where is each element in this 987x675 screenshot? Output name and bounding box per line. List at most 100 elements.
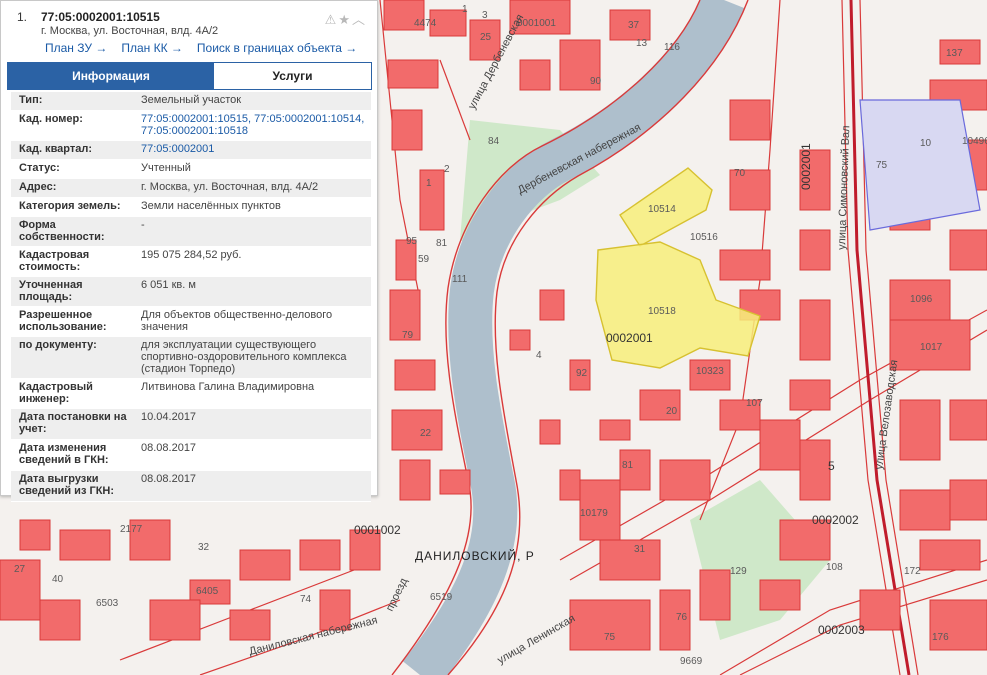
svg-text:10496: 10496 [962, 136, 987, 147]
info-value: Для объектов общественно-делового значен… [141, 309, 333, 333]
svg-text:176: 176 [932, 632, 949, 643]
svg-text:4474: 4474 [414, 18, 437, 29]
tab-services[interactable]: Услуги [214, 63, 371, 89]
search-in-bounds-link[interactable]: Поиск в границах объекта → [197, 41, 357, 55]
info-value: - [141, 219, 145, 231]
svg-text:3: 3 [482, 10, 488, 21]
info-row-land-category: Категория земель: Земли населённых пункто… [11, 198, 371, 217]
header-icons: ⚠★︿ [325, 9, 367, 28]
svg-text:10: 10 [920, 138, 932, 149]
svg-text:59: 59 [418, 254, 430, 265]
info-row-cad-number: Кад. номер: 77:05:0002001:10515, 77:05:00… [11, 111, 371, 141]
svg-text:20: 20 [666, 406, 678, 417]
svg-text:4: 4 [536, 350, 542, 361]
svg-text:76: 76 [676, 612, 688, 623]
info-row-registration-date: Дата постановки на учет: 10.04.2017 [11, 409, 371, 440]
svg-text:ДАНИЛОВСКИЙ, Р: ДАНИЛОВСКИЙ, Р [415, 548, 535, 563]
info-key: Дата выгрузки сведений из ГКН: [19, 473, 115, 497]
info-value-link[interactable]: 77:05:0002001 [141, 143, 369, 155]
svg-text:129: 129 [730, 566, 747, 577]
svg-text:79: 79 [402, 330, 414, 341]
info-value: Земли населённых пунктов [141, 200, 281, 212]
svg-text:81: 81 [436, 238, 448, 249]
address-subtitle: г. Москва, ул. Восточная, влд. 4А/2 [41, 25, 219, 37]
svg-text:75: 75 [876, 160, 888, 171]
info-row-type: Тип: Земельный участок [11, 92, 371, 111]
panel-header: 1. 77:05:0002001:10515 г. Москва, ул. Во… [9, 7, 369, 37]
svg-text:0002001: 0002001 [799, 143, 813, 190]
svg-text:27: 27 [14, 564, 26, 575]
collapse-icon[interactable]: ︿ [352, 12, 367, 27]
info-row-change-date: Дата изменения сведений в ГКН: 08.08.2017 [11, 440, 371, 471]
info-key: Кад. номер: [19, 113, 83, 125]
info-value: Литвинова Галина Владимировна [141, 381, 315, 393]
star-icon[interactable]: ★ [338, 12, 352, 27]
info-key: Статус: [19, 162, 60, 174]
info-key: Разрешенное использование: [19, 309, 107, 333]
panel-links: План ЗУ → План КК → Поиск в границах объек… [45, 41, 371, 55]
plan-kk-link[interactable]: План КК → [121, 41, 183, 55]
svg-text:107: 107 [746, 398, 763, 409]
svg-text:2: 2 [444, 164, 450, 175]
info-key: Форма собственности: [19, 219, 105, 243]
svg-text:6519: 6519 [430, 592, 453, 603]
info-key: Дата постановки на учет: [19, 411, 127, 435]
info-value: Земельный участок [141, 94, 242, 106]
svg-text:75: 75 [604, 632, 616, 643]
svg-text:116: 116 [664, 42, 680, 53]
info-row-by-document: по документу: для эксплуатации существующ… [11, 337, 371, 379]
result-index: 1. [17, 10, 28, 24]
info-key: по документу: [19, 339, 97, 351]
svg-text:1017: 1017 [920, 342, 943, 353]
svg-text:22: 22 [420, 428, 432, 439]
svg-text:0002003: 0002003 [818, 623, 865, 637]
svg-text:32: 32 [198, 542, 210, 553]
svg-text:0002001: 0002001 [606, 331, 653, 345]
warning-icon[interactable]: ⚠ [325, 12, 339, 27]
svg-text:92: 92 [576, 368, 588, 379]
info-key: Кадастровая стоимость: [19, 249, 90, 273]
svg-text:40: 40 [52, 574, 64, 585]
svg-text:13: 13 [636, 38, 648, 49]
svg-text:10323: 10323 [696, 366, 724, 377]
info-value: г. Москва, ул. Восточная, влд. 4А/2 [141, 181, 319, 193]
info-key: Кад. квартал: [19, 143, 93, 155]
svg-text:6503: 6503 [96, 598, 119, 609]
info-value-link[interactable]: 77:05:0002001:10515, 77:05:0002001:10514… [141, 113, 369, 137]
svg-text:0001002: 0001002 [354, 523, 401, 537]
info-value: 6 051 кв. м [141, 279, 196, 291]
info-row-cadastral-value: Кадастровая стоимость: 195 075 284,52 руб… [11, 247, 371, 277]
svg-text:1: 1 [426, 178, 432, 189]
svg-text:0002002: 0002002 [812, 513, 859, 527]
info-key: Тип: [19, 94, 43, 106]
info-value: Учтенный [141, 162, 191, 174]
svg-text:10516: 10516 [690, 232, 718, 243]
svg-text:5: 5 [828, 459, 835, 473]
svg-text:2177: 2177 [120, 524, 143, 535]
svg-text:1096: 1096 [910, 294, 933, 305]
info-value: для эксплуатации существующего спортивно… [141, 339, 347, 375]
svg-text:31: 31 [634, 544, 646, 555]
svg-text:70: 70 [734, 168, 746, 179]
svg-text:137: 137 [946, 48, 963, 59]
info-row-address: Адрес: г. Москва, ул. Восточная, влд. 4А/… [11, 179, 371, 198]
svg-text:108: 108 [826, 562, 843, 573]
panel-tabs: Информация Услуги [7, 62, 372, 90]
svg-text:10518: 10518 [648, 306, 676, 317]
info-value: 195 075 284,52 руб. [141, 249, 242, 261]
plan-zu-link[interactable]: План ЗУ → [45, 41, 107, 55]
info-key: Дата изменения сведений в ГКН: [19, 442, 109, 466]
svg-text:10179: 10179 [580, 508, 608, 519]
info-row-ownership: Форма собственности: - [11, 217, 371, 247]
info-row-status: Статус: Учтенный [11, 160, 371, 179]
svg-text:10514: 10514 [648, 204, 676, 215]
info-row-permitted-use: Разрешенное использование: Для объектов о… [11, 307, 371, 337]
svg-text:81: 81 [622, 460, 634, 471]
tab-info[interactable]: Информация [8, 63, 214, 89]
cadastral-number-title: 77:05:0002001:10515 [41, 10, 160, 24]
info-value: 08.08.2017 [141, 442, 197, 454]
info-key: Категория земель: [19, 200, 121, 212]
info-value: 10.04.2017 [141, 411, 197, 423]
svg-text:6405: 6405 [196, 586, 219, 597]
svg-text:1: 1 [462, 4, 468, 15]
